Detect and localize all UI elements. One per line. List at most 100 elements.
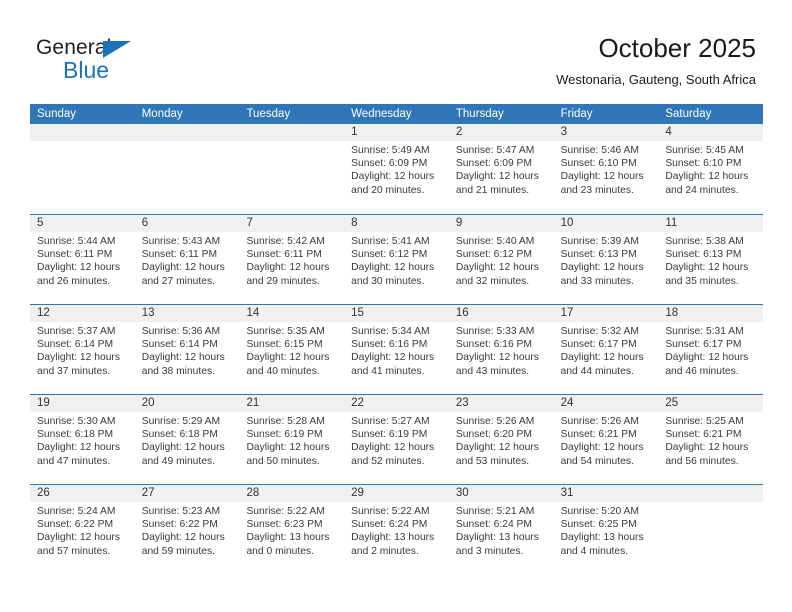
calendar-week-row: 12 Sunrise: 5:37 AM Sunset: 6:14 PM Dayligh… xyxy=(30,304,764,394)
day-details: Sunrise: 5:42 AM Sunset: 6:11 PM Daylight:… xyxy=(239,232,344,288)
day-number: 8 xyxy=(344,215,449,232)
calendar-day-cell[interactable]: 23 Sunrise: 5:26 AM Sunset: 6:20 PM Dayligh… xyxy=(448,395,554,484)
calendar-day-cell[interactable]: 1 Sunrise: 5:49 AM Sunset: 6:09 PM Daylight… xyxy=(344,124,449,214)
daylight-text-line2: and 29 minutes. xyxy=(246,275,320,287)
sunrise-text: Sunrise: 5:33 AM xyxy=(455,326,535,337)
weekday-header-sunday: Sunday xyxy=(37,108,77,120)
daylight-text-line2: and 54 minutes. xyxy=(560,455,634,467)
weekday-header-monday: Monday xyxy=(141,108,183,120)
daylight-text-line2: and 32 minutes. xyxy=(455,275,530,287)
daylight-text-line2: and 24 minutes. xyxy=(665,184,739,196)
daylight-text-line2: and 3 minutes. xyxy=(455,545,524,557)
daylight-text-line1: Daylight: 12 hours xyxy=(141,442,225,454)
day-number: 2 xyxy=(448,124,554,141)
calendar-grid: Sunday Monday Tuesday Wednesday Thursday Frid… xyxy=(30,104,764,574)
calendar-day-cell[interactable]: 3 Sunrise: 5:46 AM Sunset: 6:10 PM Daylight… xyxy=(553,124,659,214)
day-details: Sunrise: 5:21 AM Sunset: 6:24 PM Daylight:… xyxy=(449,502,554,558)
calendar-day-cell[interactable]: 7 Sunrise: 5:42 AM Sunset: 6:11 PM Daylight… xyxy=(239,215,345,304)
daylight-text-line1: Daylight: 12 hours xyxy=(141,352,225,364)
day-number: 12 xyxy=(30,305,135,322)
daylight-text-line1: Daylight: 12 hours xyxy=(246,262,330,274)
calendar-day-cell[interactable]: 26 Sunrise: 5:24 AM Sunset: 6:22 PM Dayligh… xyxy=(30,485,135,574)
day-number xyxy=(30,124,135,141)
calendar-day-cell[interactable]: 18 Sunrise: 5:31 AM Sunset: 6:17 PM Dayligh… xyxy=(658,305,764,394)
daylight-text-line2: and 30 minutes. xyxy=(351,275,425,287)
sunset-text: Sunset: 6:11 PM xyxy=(141,249,218,261)
calendar-day-cell[interactable]: 15 Sunrise: 5:34 AM Sunset: 6:16 PM Dayligh… xyxy=(344,305,449,394)
weekday-header-thursday: Thursday xyxy=(455,108,504,120)
calendar-day-cell[interactable]: 24 Sunrise: 5:26 AM Sunset: 6:21 PM Dayligh… xyxy=(553,395,659,484)
day-details: Sunrise: 5:36 AM Sunset: 6:14 PM Daylight:… xyxy=(135,322,240,378)
sunrise-text: Sunrise: 5:20 AM xyxy=(560,506,640,517)
calendar-day-cell[interactable]: 28 Sunrise: 5:22 AM Sunset: 6:23 PM Dayligh… xyxy=(239,485,345,574)
calendar-day-cell[interactable]: 4 Sunrise: 5:45 AM Sunset: 6:10 PM Daylight… xyxy=(658,124,764,214)
day-details: Sunrise: 5:24 AM Sunset: 6:22 PM Daylight:… xyxy=(30,502,135,558)
calendar-day-cell[interactable]: 27 Sunrise: 5:23 AM Sunset: 6:22 PM Dayligh… xyxy=(134,485,240,574)
calendar-day-cell[interactable]: 9 Sunrise: 5:40 AM Sunset: 6:12 PM Daylight… xyxy=(448,215,554,304)
day-details: Sunrise: 5:25 AM Sunset: 6:21 PM Daylight:… xyxy=(658,412,763,468)
sunrise-text: Sunrise: 5:32 AM xyxy=(560,326,640,337)
calendar-day-cell[interactable]: 5 Sunrise: 5:44 AM Sunset: 6:11 PM Daylight… xyxy=(30,215,135,304)
day-number: 31 xyxy=(553,485,659,502)
weekday-header-tuesday: Tuesday xyxy=(246,108,291,120)
calendar-day-cell[interactable]: 12 Sunrise: 5:37 AM Sunset: 6:14 PM Dayligh… xyxy=(30,305,135,394)
daylight-text-line1: Daylight: 12 hours xyxy=(455,442,539,454)
day-number: 11 xyxy=(658,215,764,232)
sunrise-text: Sunrise: 5:46 AM xyxy=(560,145,640,156)
calendar-day-cell[interactable]: 29 Sunrise: 5:22 AM Sunset: 6:24 PM Dayligh… xyxy=(344,485,449,574)
calendar-week-row: 1 Sunrise: 5:49 AM Sunset: 6:09 PM Daylight… xyxy=(30,124,764,214)
calendar-day-cell[interactable]: 10 Sunrise: 5:39 AM Sunset: 6:13 PM Dayligh… xyxy=(553,215,659,304)
day-number: 27 xyxy=(134,485,240,502)
daylight-text-line1: Daylight: 12 hours xyxy=(665,352,749,364)
daylight-text-line1: Daylight: 13 hours xyxy=(455,532,539,544)
sunrise-text: Sunrise: 5:24 AM xyxy=(37,506,116,517)
sunrise-text: Sunrise: 5:30 AM xyxy=(37,416,116,427)
day-details: Sunrise: 5:35 AM Sunset: 6:15 PM Daylight:… xyxy=(239,322,344,378)
calendar-day-cell[interactable]: 8 Sunrise: 5:41 AM Sunset: 6:12 PM Daylight… xyxy=(344,215,449,304)
calendar-page: General Blue October 2025 Westonaria, Ga… xyxy=(0,0,792,612)
day-details: Sunrise: 5:30 AM Sunset: 6:18 PM Daylight:… xyxy=(30,412,135,468)
calendar-day-cell[interactable]: 14 Sunrise: 5:35 AM Sunset: 6:15 PM Dayligh… xyxy=(239,305,345,394)
sunrise-text: Sunrise: 5:34 AM xyxy=(351,326,430,337)
sunrise-text: Sunrise: 5:28 AM xyxy=(246,416,325,427)
sunset-text: Sunset: 6:20 PM xyxy=(455,429,533,441)
sunrise-text: Sunrise: 5:35 AM xyxy=(246,326,325,337)
calendar-day-cell[interactable]: 2 Sunrise: 5:47 AM Sunset: 6:09 PM Daylight… xyxy=(448,124,554,214)
day-number: 17 xyxy=(553,305,659,322)
daylight-text-line1: Daylight: 12 hours xyxy=(560,171,644,183)
calendar-day-cell[interactable]: 6 Sunrise: 5:43 AM Sunset: 6:11 PM Daylight… xyxy=(134,215,240,304)
daylight-text-line1: Daylight: 12 hours xyxy=(351,171,435,183)
sunrise-text: Sunrise: 5:42 AM xyxy=(246,236,325,247)
calendar-day-cell[interactable]: 11 Sunrise: 5:38 AM Sunset: 6:13 PM Dayligh… xyxy=(658,215,764,304)
sunrise-text: Sunrise: 5:36 AM xyxy=(141,326,221,337)
calendar-day-cell[interactable]: 25 Sunrise: 5:25 AM Sunset: 6:21 PM Dayligh… xyxy=(658,395,764,484)
page-header: General Blue October 2025 Westonaria, Ga… xyxy=(0,0,792,100)
title-block: October 2025 Westonaria, Gauteng, South … xyxy=(556,32,756,89)
daylight-text-line1: Daylight: 12 hours xyxy=(665,262,749,274)
location-subtitle: Westonaria, Gauteng, South Africa xyxy=(556,72,756,87)
calendar-day-cell[interactable]: 17 Sunrise: 5:32 AM Sunset: 6:17 PM Dayligh… xyxy=(553,305,659,394)
daylight-text-line2: and 23 minutes. xyxy=(560,184,634,196)
day-number: 23 xyxy=(448,395,554,412)
calendar-day-cell[interactable]: 22 Sunrise: 5:27 AM Sunset: 6:19 PM Dayligh… xyxy=(344,395,449,484)
sunset-text: Sunset: 6:15 PM xyxy=(246,339,323,351)
calendar-day-cell[interactable]: 13 Sunrise: 5:36 AM Sunset: 6:14 PM Dayligh… xyxy=(134,305,240,394)
daylight-text-line1: Daylight: 13 hours xyxy=(246,532,330,544)
calendar-day-cell[interactable]: 20 Sunrise: 5:29 AM Sunset: 6:18 PM Dayligh… xyxy=(134,395,240,484)
calendar-day-cell[interactable]: 31 Sunrise: 5:20 AM Sunset: 6:25 PM Dayligh… xyxy=(553,485,659,574)
sunrise-text: Sunrise: 5:25 AM xyxy=(665,416,744,427)
sunset-text: Sunset: 6:21 PM xyxy=(665,429,742,441)
daylight-text-line1: Daylight: 12 hours xyxy=(351,442,435,454)
daylight-text-line1: Daylight: 12 hours xyxy=(455,171,539,183)
calendar-day-cell[interactable]: 21 Sunrise: 5:28 AM Sunset: 6:19 PM Dayligh… xyxy=(239,395,345,484)
day-details: Sunrise: 5:44 AM Sunset: 6:11 PM Daylight:… xyxy=(30,232,135,288)
daylight-text-line1: Daylight: 13 hours xyxy=(351,532,435,544)
calendar-day-cell[interactable]: 16 Sunrise: 5:33 AM Sunset: 6:16 PM Dayligh… xyxy=(448,305,554,394)
calendar-day-cell[interactable]: 19 Sunrise: 5:30 AM Sunset: 6:18 PM Dayligh… xyxy=(30,395,135,484)
sunrise-text: Sunrise: 5:23 AM xyxy=(141,506,221,517)
calendar-day-cell[interactable]: 30 Sunrise: 5:21 AM Sunset: 6:24 PM Dayligh… xyxy=(448,485,554,574)
general-blue-logo[interactable]: General Blue xyxy=(36,36,196,88)
sunset-text: Sunset: 6:09 PM xyxy=(455,158,533,170)
daylight-text-line1: Daylight: 12 hours xyxy=(37,262,120,274)
daylight-text-line2: and 0 minutes. xyxy=(246,545,314,557)
